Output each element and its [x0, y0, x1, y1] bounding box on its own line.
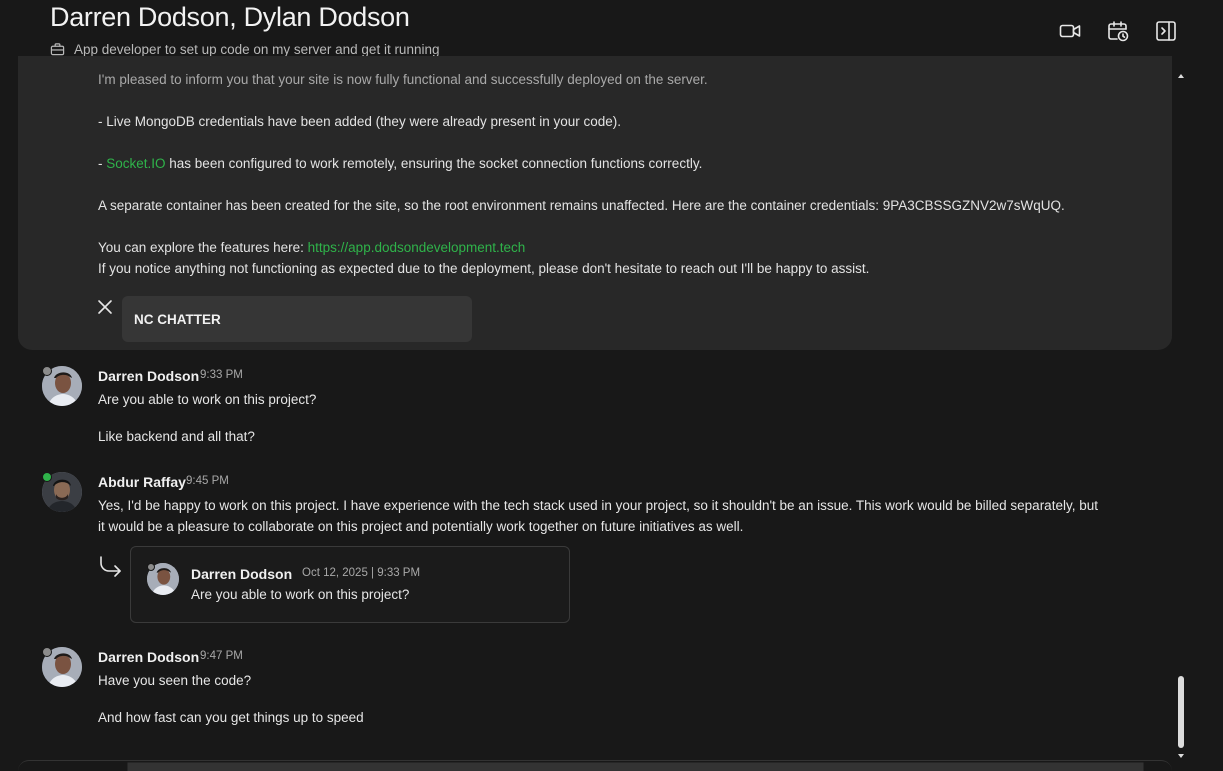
status-indicator [147, 563, 155, 571]
scrollbar-thumb[interactable] [1178, 676, 1184, 748]
message-time: 9:45 PM [186, 475, 229, 487]
message-text: A separate container has been created fo… [98, 198, 1065, 213]
video-call-icon [1059, 24, 1081, 38]
message-text: Yes, I'd be happy to work on this projec… [98, 498, 1098, 513]
message-author[interactable]: Abdur Raffay [98, 474, 186, 490]
message-text: Are you able to work on this project? [98, 392, 317, 407]
quoted-time: Oct 12, 2025 | 9:33 PM [302, 567, 421, 579]
toggle-sidebar-icon [1156, 21, 1176, 41]
message-text: it would be a pleasure to collaborate on… [98, 519, 744, 534]
site-link[interactable]: https://app.dodsondevelopment.tech [308, 240, 526, 255]
message-text: Like backend and all that? [98, 429, 255, 444]
socketio-link[interactable]: Socket.IO [106, 156, 165, 171]
briefcase-icon [50, 42, 65, 55]
message-author[interactable]: Darren Dodson [98, 649, 199, 665]
scroll-down-arrow-icon[interactable] [1176, 752, 1186, 760]
close-icon[interactable] [96, 298, 114, 316]
schedule-icon [1108, 21, 1129, 42]
message-time: 9:47 PM [200, 650, 243, 662]
page-title: Darren Dodson, Dylan Dodson [50, 2, 410, 32]
quoted-author: Darren Dodson [191, 566, 293, 582]
toggle-sidebar-button[interactable] [1153, 18, 1179, 44]
message-text: - Live MongoDB credentials have been add… [98, 114, 622, 129]
message-author[interactable]: Darren Dodson [98, 368, 199, 384]
message-text: - Socket.IO has been configured to work … [98, 156, 703, 171]
online-status-indicator [42, 472, 52, 482]
quoted-message[interactable] [130, 546, 570, 623]
video-call-button[interactable] [1057, 18, 1083, 44]
status-indicator [42, 366, 52, 376]
schedule-meeting-button[interactable] [1105, 18, 1131, 44]
message-time: 9:33 PM [200, 369, 243, 381]
attachment-chip[interactable]: NC CHATTER [122, 296, 472, 342]
message-text: I'm pleased to inform you that your site… [98, 72, 708, 87]
message-text: You can explore the features here: https… [98, 240, 526, 255]
job-subtitle-text: App developer to set up code on my serve… [74, 41, 440, 57]
quoted-text: Are you able to work on this project? [191, 587, 410, 602]
message-text: Have you seen the code? [98, 673, 252, 688]
scroll-up-arrow-icon[interactable] [1176, 72, 1186, 80]
message-text: And how fast can you get things up to sp… [98, 710, 364, 725]
message-text: If you notice anything not functioning a… [98, 261, 870, 276]
status-indicator [42, 647, 52, 657]
reply-arrow-icon [100, 556, 121, 577]
